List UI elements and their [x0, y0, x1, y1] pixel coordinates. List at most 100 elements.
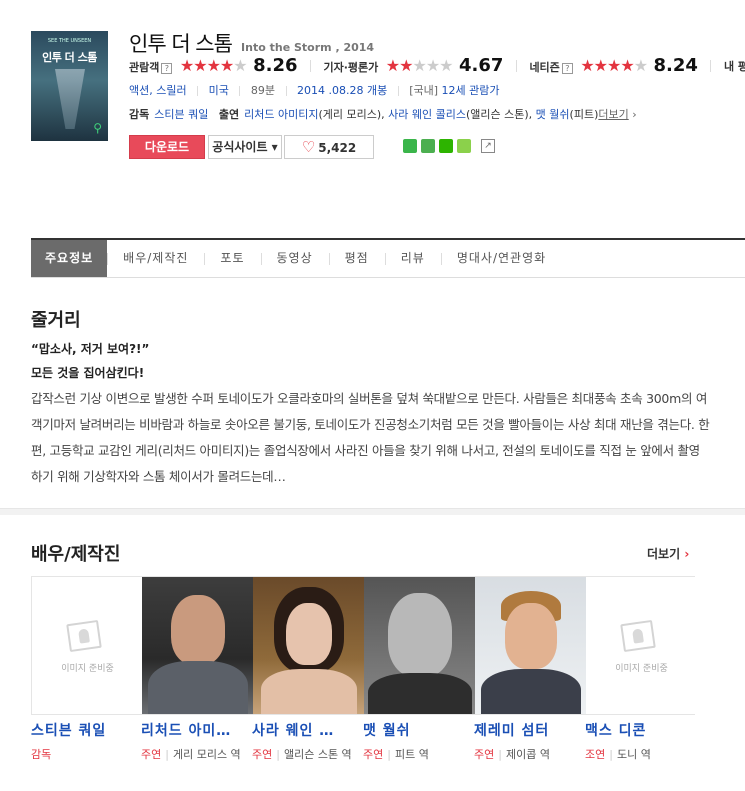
tab-photo[interactable]: 포토 [204, 240, 260, 277]
character-name: 제이콥 역 [505, 748, 550, 761]
rating-row: 관람객? ★★★★★ 8.26 기자·평론가 ★★★★★ 4.67 네티즌? ★… [129, 55, 745, 77]
genre-link[interactable]: 액션 [129, 84, 149, 97]
person-role: 주연 | 제이콥 역 [474, 748, 550, 761]
person-role: 감독 [31, 746, 139, 764]
person-role: 주연 | 앨리슨 스톤 역 [252, 748, 352, 761]
divider [710, 59, 712, 72]
star-rating: ★★★★★ [580, 56, 648, 75]
cast-label: 출연 [218, 108, 240, 121]
actor-link[interactable]: 사라 웨인 콜리스 [388, 108, 466, 121]
person-photo[interactable]: 이미지 준비중 [32, 577, 143, 714]
director-label: 감독 [129, 108, 150, 121]
cast-photo-strip: 이미지 준비중 이미지 준비중 [31, 576, 697, 715]
netizen-rating: 네티즌? ★★★★★ 8.24 [529, 55, 698, 76]
portrait-face [285, 603, 332, 665]
portrait-face [387, 593, 452, 677]
character-name: 앨리슨 스톤 역 [283, 748, 352, 761]
movie-tabs: 주요정보 배우/제작진 포토 동영상 평점 리뷰 명대사/연관영화 [31, 238, 745, 278]
share-icon[interactable]: ↗ [481, 138, 495, 153]
role-type: 주연 [474, 748, 495, 761]
person-name[interactable]: 사라 웨인 … [252, 720, 357, 740]
role-type: 주연 [252, 748, 273, 761]
character-name: 게리 모리스 역 [172, 748, 241, 761]
more-credits-link[interactable]: 더보기 [598, 108, 628, 121]
credits-row: 감독 스티븐 쿼일 출연 리처드 아미티지(게리 모리스), 사라 웨인 콜리스(앨… [129, 108, 637, 121]
person-role: 조연 | 도니 역 [585, 748, 651, 761]
person-photo[interactable] [364, 577, 475, 714]
person-photo[interactable]: 이미지 준비중 [586, 577, 697, 714]
audience-rating: 관람객? ★★★★★ 8.26 [129, 55, 298, 76]
rating-score: 8.26 [253, 55, 298, 76]
actor-link[interactable]: 리처드 아미티지 [244, 108, 318, 121]
rating-label: 관람객 [129, 61, 160, 74]
synopsis-body: 갑작스런 기상 이변으로 발생한 수퍼 토네이도가 오클라호마의 실버톤을 덮쳐… [31, 391, 710, 484]
line-share-icon[interactable] [421, 138, 435, 153]
genre-link[interactable]: 스릴러 [156, 84, 186, 97]
help-icon[interactable]: ? [561, 62, 573, 74]
tab-quotes-related[interactable]: 명대사/연관영화 [440, 240, 562, 277]
star-rating: ★★★★★ [385, 56, 454, 75]
character-name: 도니 역 [616, 748, 651, 761]
memo-share-icon[interactable] [457, 138, 471, 153]
portrait-body [367, 673, 472, 714]
role-type: 감독 [31, 748, 52, 761]
share-icons: ↗ [403, 135, 495, 153]
person-name[interactable]: 맥스 디콘 [585, 720, 690, 740]
actor-role: (피트) [569, 108, 599, 121]
tab-video[interactable]: 동영상 [260, 240, 329, 277]
actor-role: (게리 모리스) [318, 108, 382, 121]
portrait-body [480, 669, 581, 714]
chevron-right-icon: › [684, 547, 690, 561]
magnify-icon[interactable]: ⚲ [93, 121, 102, 135]
star-rating: ★★★★★ [179, 56, 248, 75]
help-icon[interactable]: ? [161, 62, 173, 74]
poster-title: 인투 더 스톰 [42, 51, 97, 64]
role-type: 주연 [141, 748, 162, 761]
synopsis-tagline: “맙소사, 저거 보여?!” [31, 342, 150, 356]
tab-cast-crew[interactable]: 배우/제작진 [107, 240, 204, 277]
action-buttons: 다운로드 공식사이트 ▾ ♡ 5,422 [129, 135, 374, 159]
tab-review[interactable]: 리뷰 [384, 240, 441, 277]
portrait-body [260, 669, 357, 714]
official-site-button[interactable]: 공식사이트 ▾ [208, 135, 282, 159]
no-image-text: 이미지 준비중 [615, 664, 668, 674]
person-name[interactable]: 맷 월쉬 [363, 720, 468, 740]
download-button[interactable]: 다운로드 [129, 135, 205, 159]
person-name[interactable]: 제레미 섬터 [474, 720, 579, 740]
runtime: 89분 [250, 84, 275, 97]
cast-section-heading: 배우/제작진 [31, 544, 121, 565]
actor-role: (앨리슨 스톤) [465, 108, 529, 121]
person-card: 맷 월쉬 주연 | 피트 역 [363, 720, 471, 764]
my-rating-label[interactable]: 내 평 [724, 58, 745, 74]
tab-main-info[interactable]: 주요정보 [31, 240, 108, 277]
release-date[interactable]: 2014 .08.28 개봉 [297, 84, 387, 97]
grade-link[interactable]: 12세 관람가 [442, 84, 500, 97]
band-share-icon[interactable] [403, 138, 417, 153]
movie-title[interactable]: 인투 더 스톰 [129, 32, 233, 56]
role-type: 조연 [585, 748, 606, 761]
grade-prefix: [국내] [409, 84, 439, 97]
person-card: 제레미 섬터 주연 | 제이콥 역 [474, 720, 582, 764]
person-name[interactable]: 스티븐 쿼일 [31, 720, 136, 740]
person-photo[interactable] [142, 577, 253, 714]
cast-more-link[interactable]: 더보기 › [647, 545, 689, 562]
portrait-face [504, 603, 557, 669]
actor-link[interactable]: 맷 월쉬 [536, 108, 570, 121]
portrait-face [170, 595, 225, 665]
like-button[interactable]: ♡ 5,422 [284, 135, 374, 159]
bookmark-share-icon[interactable] [439, 138, 453, 153]
person-photo[interactable] [253, 577, 364, 714]
director-link[interactable]: 스티븐 쿼일 [154, 108, 208, 121]
no-image-text: 이미지 준비중 [61, 664, 114, 674]
person-name[interactable]: 리처드 아미… [141, 720, 246, 740]
poster-top-text: SEE THE UNSEEN [47, 38, 92, 44]
rating-label: 기자·평론가 [323, 61, 379, 74]
movie-poster[interactable]: SEE THE UNSEEN 인투 더 스톰 ⚲ [31, 31, 108, 141]
tab-rating[interactable]: 평점 [328, 240, 385, 277]
person-card: 스티븐 쿼일 감독 [31, 720, 139, 764]
divider [310, 59, 312, 72]
section-divider [0, 508, 745, 515]
person-photo[interactable] [475, 577, 586, 714]
country-link[interactable]: 미국 [209, 84, 229, 97]
movie-title-row: 인투 더 스톰 Into the Storm , 2014 [129, 28, 374, 56]
